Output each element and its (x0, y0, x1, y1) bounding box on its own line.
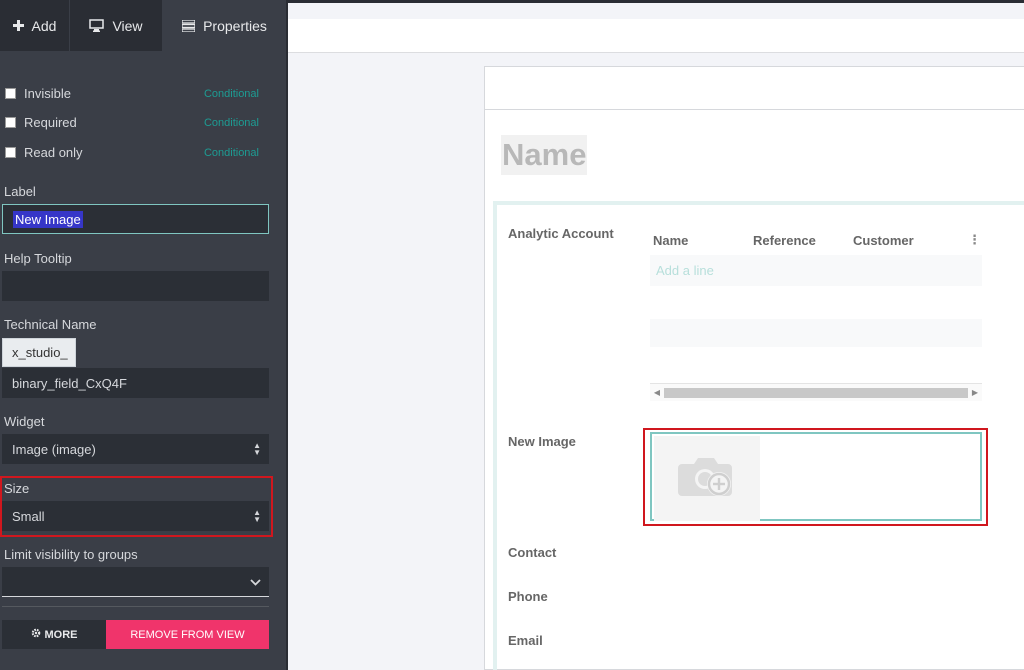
required-conditional-link[interactable]: Conditional (204, 117, 259, 129)
tab-view[interactable]: View (70, 0, 163, 51)
top-strip (286, 0, 1024, 3)
table-header: Name Reference Customer ⋮ (650, 225, 982, 255)
widget-title: Widget (4, 414, 45, 429)
technical-name-title: Technical Name (4, 317, 97, 332)
table-row (650, 319, 982, 347)
tab-view-label: View (112, 17, 143, 34)
form-sheet: Name (484, 66, 1024, 670)
chevron-down-icon (250, 575, 261, 589)
label-input[interactable]: New Image (2, 204, 269, 234)
sheet-header (485, 67, 1024, 110)
more-button[interactable]: MORE (2, 620, 106, 649)
scroll-left-icon[interactable]: ◀ (650, 388, 664, 397)
column-header-name[interactable]: Name (650, 233, 750, 248)
control-panel (288, 19, 1024, 53)
phone-label: Phone (508, 589, 548, 604)
size-select-value: Small (12, 508, 45, 524)
widget-select[interactable]: Image (image) ▲ ▼ (2, 434, 269, 464)
more-button-label: MORE (44, 628, 78, 641)
select-arrows-icon: ▲ ▼ (253, 441, 261, 457)
help-tooltip-input[interactable] (2, 271, 269, 301)
size-title: Size (4, 481, 30, 496)
monitor-icon (89, 19, 105, 32)
required-label: Required (24, 115, 77, 130)
required-row: Required Conditional (5, 115, 259, 130)
groups-title: Limit visibility to groups (4, 547, 138, 562)
new-image-field[interactable] (650, 432, 982, 521)
tab-add-label: Add (31, 17, 57, 34)
contact-label: Contact (508, 545, 557, 560)
sidebar-tabs: Add View Properties (0, 0, 286, 51)
scroll-right-icon[interactable]: ▶ (968, 388, 982, 397)
gear-icon (31, 628, 41, 641)
required-checkbox[interactable] (5, 117, 16, 128)
label-input-value: New Image (13, 210, 83, 228)
read-only-conditional-link[interactable]: Conditional (204, 147, 259, 159)
camera-add-icon (678, 452, 736, 505)
studio-sidebar: Add View Properties Invisible Conditiona… (0, 0, 286, 670)
invisible-checkbox[interactable] (5, 88, 16, 99)
tab-properties[interactable]: Properties (163, 0, 286, 51)
invisible-conditional-link[interactable]: Conditional (204, 88, 259, 100)
new-image-label: New Image (508, 434, 576, 449)
invisible-row: Invisible Conditional (5, 86, 259, 101)
table-row (650, 286, 982, 319)
read-only-row: Read only Conditional (5, 145, 259, 160)
scrollbar-thumb[interactable] (664, 387, 968, 398)
remove-from-view-button[interactable]: REMOVE FROM VIEW (106, 620, 269, 649)
table-scrollbar[interactable]: ◀ ▶ (650, 383, 982, 401)
technical-name-input[interactable]: binary_field_CxQ4F (2, 368, 269, 398)
properties-icon (182, 19, 196, 32)
tab-properties-label: Properties (203, 17, 267, 34)
analytic-account-table: Name Reference Customer ⋮ Add a line (650, 225, 982, 347)
groups-select[interactable] (2, 567, 269, 597)
analytic-account-label: Analytic Account (508, 226, 614, 241)
select-arrows-icon: ▲ ▼ (253, 508, 261, 524)
image-placeholder[interactable] (654, 436, 760, 521)
label-field-title: Label (4, 184, 36, 199)
column-header-reference[interactable]: Reference (750, 233, 850, 248)
technical-name-prefix: x_studio_ (2, 338, 76, 367)
email-label: Email (508, 633, 543, 648)
read-only-checkbox[interactable] (5, 147, 16, 158)
plus-icon (12, 20, 24, 31)
column-header-customer[interactable]: Customer (850, 233, 968, 248)
help-tooltip-title: Help Tooltip (4, 251, 72, 266)
add-a-line-link[interactable]: Add a line (650, 255, 982, 286)
sidebar-separator (286, 0, 288, 670)
name-field[interactable]: Name (501, 135, 588, 175)
size-select[interactable]: Small ▲ ▼ (2, 501, 269, 531)
read-only-label: Read only (24, 145, 83, 160)
invisible-label: Invisible (24, 86, 71, 101)
sidebar-divider (2, 606, 269, 607)
tab-add[interactable]: Add (0, 0, 70, 51)
column-options-icon[interactable]: ⋮ (968, 232, 982, 248)
widget-select-value: Image (image) (12, 441, 96, 457)
